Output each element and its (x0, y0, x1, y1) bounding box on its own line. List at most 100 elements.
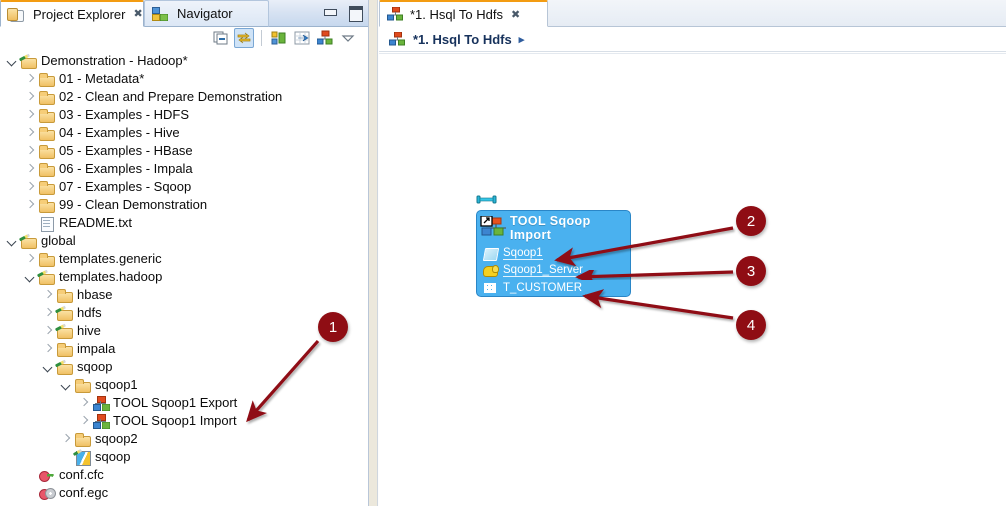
chevron-down-icon[interactable] (6, 235, 18, 247)
chevron-right-icon[interactable] (42, 343, 54, 355)
tree-item-label: sqoop1 (95, 377, 138, 392)
tree-item-label: impala (77, 341, 116, 356)
filter-button[interactable] (269, 28, 289, 48)
project-tree[interactable]: Demonstration - Hadoop* 01 - Metadata* 02 … (0, 50, 362, 506)
close-icon[interactable]: ✖ (133, 8, 142, 20)
tool-hierarchy-icon (92, 413, 109, 429)
tree-item-templates-generic[interactable]: templates.generic (0, 250, 362, 268)
tree-item-04-examples-hive[interactable]: 04 - Examples - Hive (0, 124, 362, 142)
tree-item-03-examples-hdfs[interactable]: 03 - Examples - HDFS (0, 106, 362, 124)
tree-item-label: 02 - Clean and Prepare Demonstration (59, 89, 283, 104)
chevron-right-icon[interactable] (24, 199, 36, 211)
folder-icon (38, 90, 55, 105)
chevron-down-icon[interactable] (60, 379, 72, 391)
chevron-right-icon[interactable] (24, 253, 36, 265)
tab-project-explorer[interactable]: Project Explorer ✖ (0, 0, 144, 27)
tab-navigator[interactable]: Navigator (144, 0, 269, 27)
folder-icon (38, 126, 55, 141)
chevron-down-icon[interactable] (24, 271, 36, 283)
chevron-right-icon[interactable] (60, 433, 72, 445)
tree-item-templates-hadoop[interactable]: templates.hadoop (0, 268, 362, 286)
tree-item-label: 05 - Examples - HBase (59, 143, 193, 158)
tree-item-label: 01 - Metadata* (59, 71, 145, 86)
chevron-down-icon[interactable] (42, 361, 54, 373)
tree-item-tool-sqoop1-export[interactable]: TOOL Sqoop1 Export (0, 394, 362, 412)
tree-item-impala[interactable]: impala (0, 340, 362, 358)
collapse-all-button[interactable] (211, 28, 231, 48)
chevron-right-icon[interactable] (24, 73, 36, 85)
callout-badge-4: 4 (736, 310, 766, 340)
tree-item-global[interactable]: global (0, 232, 362, 250)
panel-sash-divider[interactable] (368, 0, 378, 506)
link-with-editor-button[interactable] (234, 28, 254, 48)
table-grid-icon (483, 281, 498, 294)
tree-item-99-clean-demonstration[interactable]: 99 - Clean Demonstration (0, 196, 362, 214)
tree-item-label: sqoop (95, 449, 131, 464)
tree-item-02-clean-and-prepare-demonstration[interactable]: 02 - Clean and Prepare Demonstration (0, 88, 362, 106)
connector-handle-icon[interactable] (476, 194, 498, 205)
tree-item-07-examples-sqoop[interactable]: 07 - Examples - Sqoop (0, 178, 362, 196)
tree-item-05-examples-hbase[interactable]: 05 - Examples - HBase (0, 142, 362, 160)
chevron-right-icon[interactable] (24, 127, 36, 139)
view-menu-button[interactable] (338, 28, 358, 48)
tree-item-sqoop1[interactable]: sqoop1 (0, 376, 362, 394)
folder-pencil-icon (20, 54, 37, 69)
minimize-button[interactable] (322, 4, 337, 19)
import-arrow-icon (294, 31, 310, 45)
node-header: TOOL Sqoop Import (477, 211, 630, 245)
chevron-right-icon[interactable] (78, 415, 90, 427)
tree-item-label: templates.generic (59, 251, 162, 266)
tree-item-conf-egc[interactable]: conf.egc (0, 484, 362, 502)
node-row-sqoop1-server[interactable]: Sqoop1_Server (483, 262, 630, 279)
folder-icon (74, 378, 91, 393)
view-toolbar (0, 27, 368, 50)
tree-item-label: hive (77, 323, 101, 338)
diagram-node-tool-sqoop-import[interactable]: TOOL Sqoop Import Sqoop1 Sqoop1_Server T_C… (476, 210, 631, 297)
chevron-right-icon[interactable] (42, 289, 54, 301)
folder-icon (38, 108, 55, 123)
chevron-right-icon[interactable] (24, 145, 36, 157)
tree-item-sqoop[interactable]: sqoop (0, 358, 362, 376)
toolbar-separator (261, 30, 262, 46)
tree-item-label: TOOL Sqoop1 Export (113, 395, 238, 410)
close-icon[interactable]: ✖ (511, 8, 520, 21)
tree-item-hdfs[interactable]: hdfs (0, 304, 362, 322)
node-row-sqoop1[interactable]: Sqoop1 (483, 245, 630, 262)
chevron-right-icon[interactable] (24, 91, 36, 103)
chevron-right-icon[interactable] (42, 307, 54, 319)
node-row-t-customer[interactable]: T_CUSTOMER (483, 279, 630, 296)
chevron-right-icon[interactable] (24, 163, 36, 175)
tree-item-label: conf.cfc (59, 467, 104, 482)
diagram-canvas[interactable]: TOOL Sqoop Import Sqoop1 Sqoop1_Server T_C… (379, 53, 1006, 506)
tree-item-conf-cfc[interactable]: conf.cfc (0, 466, 362, 484)
tree-item-demonstration-hadoop[interactable]: Demonstration - Hadoop* (0, 52, 362, 70)
folder-icon (38, 198, 55, 213)
tab-hsql-to-hdfs[interactable]: *1. Hsql To Hdfs ✖ (379, 0, 548, 27)
chevron-right-icon[interactable] (78, 397, 90, 409)
job-button[interactable] (315, 28, 335, 48)
tree-item-tool-sqoop1-import[interactable]: TOOL Sqoop1 Import (0, 412, 362, 430)
chevron-right-icon[interactable] (24, 181, 36, 193)
chevron-right-icon[interactable] (24, 109, 36, 121)
import-button[interactable] (292, 28, 312, 48)
tree-item-01-metadata[interactable]: 01 - Metadata* (0, 70, 362, 88)
chevron-right-icon[interactable] (42, 325, 54, 337)
tree-item-label: README.txt (59, 215, 132, 230)
tree-item-hive[interactable]: hive (0, 322, 362, 340)
breadcrumb-arrow-icon[interactable]: ▸ (519, 33, 525, 46)
tree-item-06-examples-impala[interactable]: 06 - Examples - Impala (0, 160, 362, 178)
folder-icon (56, 342, 73, 357)
view-window-buttons (322, 4, 363, 22)
tree-item-readme-txt[interactable]: README.txt (0, 214, 362, 232)
navigator-icon (151, 6, 168, 21)
breadcrumb-label[interactable]: *1. Hsql To Hdfs (413, 32, 512, 47)
tree-item-sqoop2[interactable]: sqoop2 (0, 430, 362, 448)
tree-item-hbase[interactable]: hbase (0, 286, 362, 304)
chevron-down-icon[interactable] (6, 55, 18, 67)
maximize-button[interactable] (347, 4, 363, 22)
chart-pencil-icon (74, 450, 91, 466)
tree-item-label: conf.egc (59, 485, 109, 500)
tree-item-sqoop[interactable]: sqoop (0, 448, 362, 466)
folder-icon (38, 180, 55, 195)
